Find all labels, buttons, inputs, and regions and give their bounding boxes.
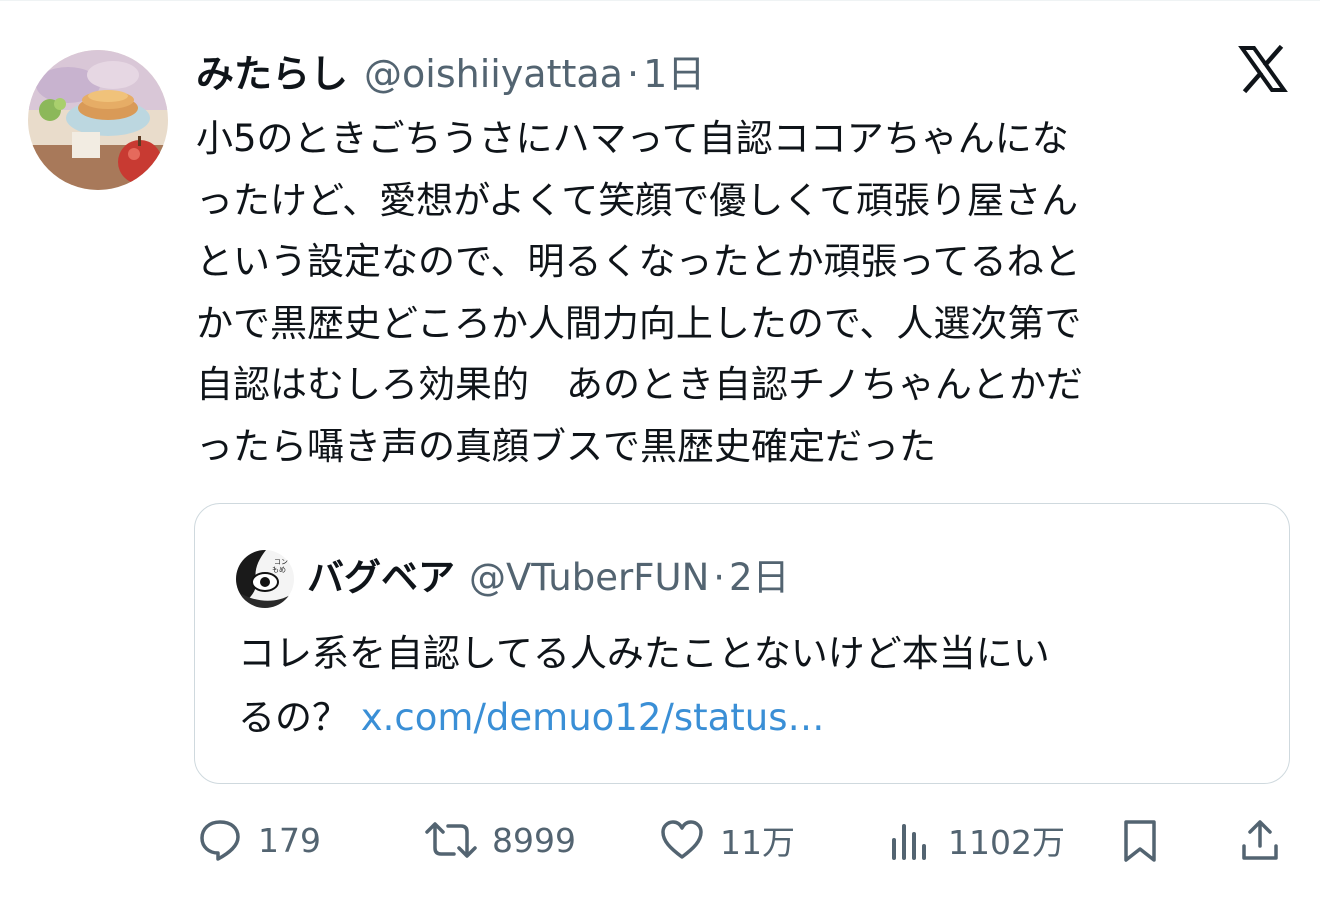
tweet-text-line: ったら囁き声の真顔ブスで黒歴史確定だった xyxy=(196,424,936,468)
views-button[interactable]: 1102万 xyxy=(886,810,1065,870)
quote-header-separator: · xyxy=(713,556,726,599)
repost-count: 8999 xyxy=(492,820,576,860)
quote-text-line: コレ系を自認してる人みたことないけど本当にい xyxy=(238,632,1050,675)
x-logo-icon[interactable] xyxy=(1238,44,1288,94)
views-icon xyxy=(892,824,926,860)
reply-count: 179 xyxy=(258,820,321,860)
author-avatar[interactable] xyxy=(28,50,168,190)
share-icon xyxy=(1242,820,1278,860)
reply-button[interactable]: 179 xyxy=(196,810,321,870)
like-count: 11万 xyxy=(720,823,795,862)
views-count: 1102万 xyxy=(948,823,1065,862)
svg-text:コン: コン xyxy=(274,558,288,566)
tweet-action-bar: 179 8999 11万 1102万 xyxy=(0,810,1320,870)
tweet-text-line: かで黒歴史どころか人間力向上したので、人選次第で xyxy=(196,301,1082,345)
quote-author-avatar[interactable]: コン もめ xyxy=(236,550,294,608)
tweet-text-line: 小5のときごちうさにハマって自認ココアちゃんにな xyxy=(196,117,1069,160)
svg-text:もめ: もめ xyxy=(272,566,286,574)
tweet-text-line: ったけど、愛想がよくて笑顔で優しくて頑張り屋さん xyxy=(196,178,1079,222)
quote-author-handle[interactable]: @VTuberFUN xyxy=(469,552,709,604)
quote-header: バグベア @VTuberFUN · 2日 xyxy=(307,552,790,604)
bookmark-button[interactable] xyxy=(1116,810,1164,870)
tweet-header: みたらし @oishiiyattaa · 1日 xyxy=(196,48,705,100)
author-handle[interactable]: @oishiiyattaa xyxy=(364,48,623,100)
author-display-name[interactable]: みたらし xyxy=(196,48,348,100)
header-separator: · xyxy=(626,52,640,96)
share-button[interactable] xyxy=(1236,810,1284,870)
top-divider xyxy=(0,0,1320,1)
quote-link[interactable]: x.com/demuo12/status… xyxy=(361,696,825,739)
repost-icon xyxy=(425,822,477,858)
tweet-text-line: 自認はむしろ効果的 あのとき自認チノちゃんとかだ xyxy=(196,363,1083,406)
heart-icon xyxy=(661,820,703,859)
repost-button[interactable]: 8999 xyxy=(424,810,576,870)
quote-text-line-prefix: るの？ xyxy=(238,696,361,739)
tweet-text: 小5のときごちうさにハマって自認ココアちゃんにな ったけど、愛想がよくて笑顔で優… xyxy=(196,108,1281,477)
tweet-timestamp[interactable]: 1日 xyxy=(643,48,705,100)
like-button[interactable]: 11万 xyxy=(658,810,795,870)
quote-timestamp[interactable]: 2日 xyxy=(729,552,790,604)
bookmark-icon xyxy=(1124,820,1156,862)
quoted-tweet-card[interactable]: コン もめ バグベア @VTuberFUN · 2日 コレ系を自認してる人みたこ… xyxy=(194,503,1290,784)
tweet-text-line: という設定なので、明るくなったとか頑張ってるねと xyxy=(196,240,1081,283)
quote-text-line: るの？ x.com/demuo12/status… xyxy=(238,686,1248,750)
reply-icon xyxy=(200,820,240,861)
quote-author-display-name[interactable]: バグベア xyxy=(307,552,455,604)
quote-text: コレ系を自認してる人みたことないけど本当にい るの？ x.com/demuo12… xyxy=(238,622,1248,750)
